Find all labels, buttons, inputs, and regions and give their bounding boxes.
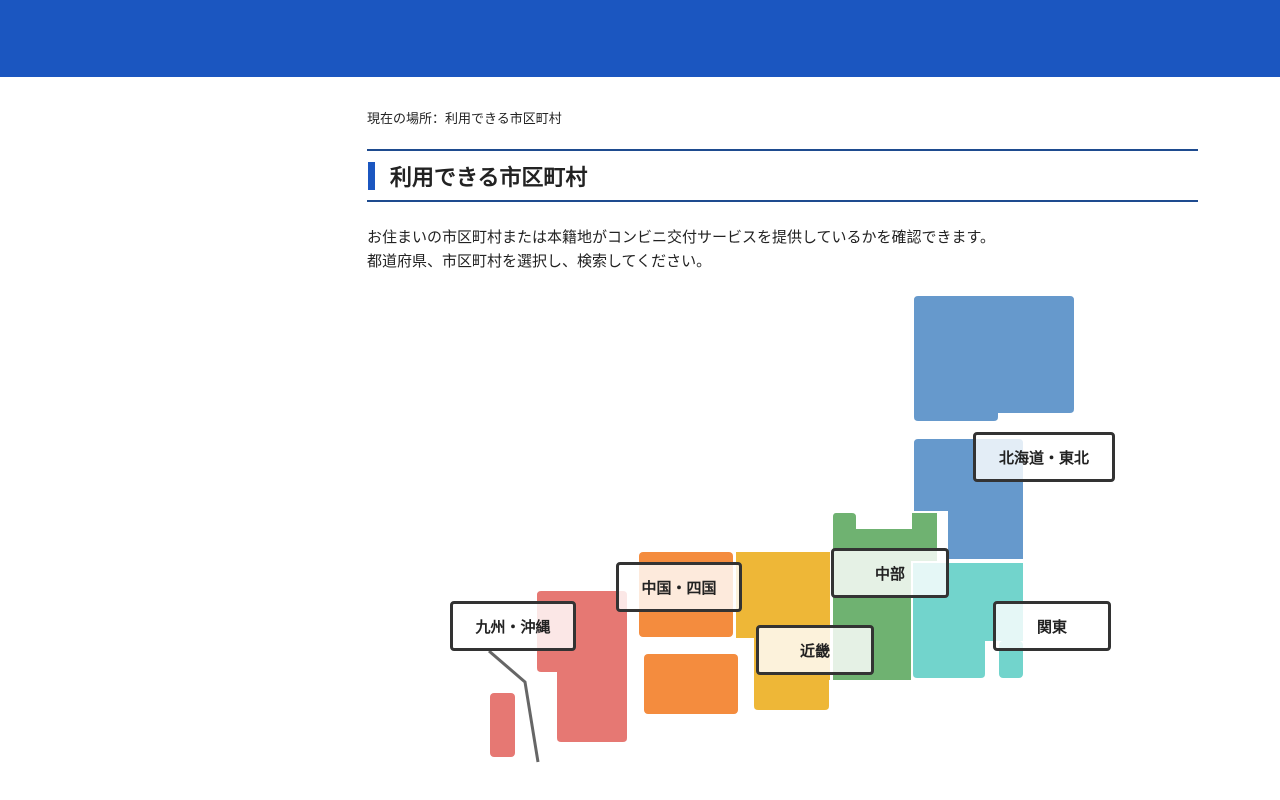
breadcrumb: 現在の場所：利用できる市区町村 — [367, 112, 562, 127]
region-button-chugoku-shikoku[interactable]: 中国・四国 — [616, 562, 742, 612]
shikoku-shape[interactable] — [644, 654, 738, 714]
page-title-section: 利用できる市区町村 — [367, 149, 1198, 202]
description-line: お住まいの市区町村または本籍地がコンビニ交付サービスを提供しているかを確認できま… — [367, 228, 996, 246]
hokkaido-shape[interactable] — [914, 296, 1074, 421]
region-button-kinki[interactable]: 近畿 — [756, 625, 874, 675]
page-title: 利用できる市区町村 — [390, 166, 588, 191]
region-button-kanto[interactable]: 関東 — [993, 601, 1111, 651]
region-button-kyushu-okinawa[interactable]: 九州・沖縄 — [450, 601, 576, 651]
japan-region-map — [488, 296, 1074, 763]
page-description: お住まいの市区町村または本籍地がコンビニ交付サービスを提供しているかを確認できま… — [367, 225, 995, 273]
title-accent-bar — [368, 162, 375, 190]
description-line: 都道府県、市区町村を選択し、検索してください。 — [367, 252, 712, 270]
region-button-chubu[interactable]: 中部 — [831, 548, 949, 598]
site-header — [0, 0, 1280, 77]
region-button-hokkaido-tohoku[interactable]: 北海道・東北 — [973, 432, 1115, 482]
okinawa-shape[interactable] — [490, 693, 515, 757]
region-hokkaido-tohoku[interactable] — [914, 296, 1074, 559]
